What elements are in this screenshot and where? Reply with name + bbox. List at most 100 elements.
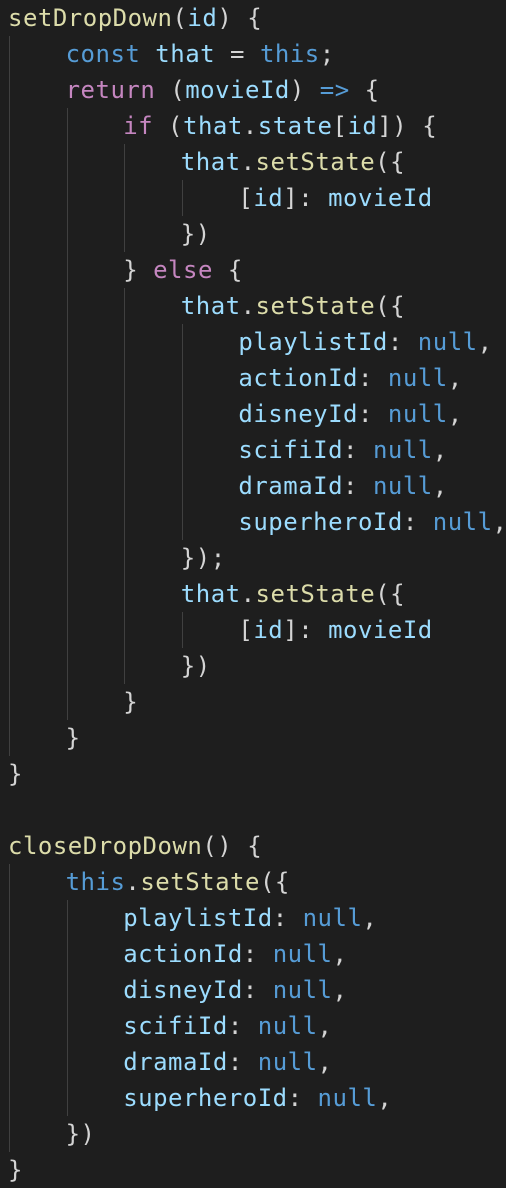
code-line: })	[181, 216, 211, 252]
code-token: setState	[140, 868, 260, 896]
code-line: superheroId: null,	[238, 504, 506, 540]
code-token: null	[432, 508, 493, 536]
code-line: that.setState({	[181, 576, 405, 612]
code-token: }	[65, 724, 81, 752]
code-token: playlistId	[238, 328, 388, 356]
code-token: scifiId	[123, 1012, 228, 1040]
code-line: dramaId: null,	[123, 1044, 332, 1080]
code-token: )	[289, 76, 320, 104]
code-token: ,	[362, 904, 378, 932]
code-token: :	[227, 1012, 258, 1040]
indent-guide	[9, 864, 10, 1152]
code-token: :	[287, 1084, 318, 1112]
code-line: } else {	[123, 252, 243, 288]
code-line: disneyId: null,	[123, 972, 347, 1008]
code-line: });	[181, 540, 226, 576]
indent-guide	[181, 612, 183, 648]
code-line: closeDropDown() {	[8, 828, 262, 864]
code-token: state	[257, 112, 333, 140]
code-token: ) {	[217, 4, 263, 32]
code-line: }	[8, 756, 23, 792]
code-token: ({	[375, 292, 406, 320]
code-line: actionId: null,	[123, 936, 347, 972]
code-token: .	[240, 148, 256, 176]
code-line: [id]: movieId	[238, 612, 432, 648]
code-token: ,	[317, 1048, 333, 1076]
code-token: null	[272, 976, 333, 1004]
code-line: this.setState({	[66, 864, 290, 900]
code-token: movieId	[328, 616, 433, 644]
code-token: =>	[319, 76, 350, 104]
code-token: :	[242, 976, 273, 1004]
code-token: id	[253, 184, 284, 212]
code-token: ({	[375, 148, 406, 176]
code-token: (	[172, 4, 188, 32]
code-line: return (movieId) => {	[66, 72, 380, 108]
indent-guide	[124, 288, 126, 684]
code-token: ({	[375, 580, 406, 608]
code-token: id	[347, 112, 378, 140]
code-token: that	[183, 112, 243, 140]
code-token: playlistId	[123, 904, 273, 932]
indent-guide	[66, 900, 68, 1116]
indent-guide	[181, 180, 183, 216]
code-token: (	[155, 76, 186, 104]
code-line: })	[66, 1116, 96, 1152]
code-token: :	[402, 508, 433, 536]
code-token: () {	[202, 832, 263, 860]
code-token: });	[180, 544, 226, 572]
code-token: movieId	[328, 184, 433, 212]
code-token: }	[123, 256, 154, 284]
code-line: }	[8, 1152, 23, 1188]
code-token: disneyId	[238, 400, 358, 428]
code-token: null	[372, 472, 433, 500]
code-token: ,	[332, 940, 348, 968]
code-token: that	[180, 580, 241, 608]
code-token: if	[123, 112, 154, 140]
code-line: scifiId: null,	[238, 432, 447, 468]
code-token: superheroId	[123, 1084, 288, 1112]
code-token: setState	[255, 148, 376, 176]
code-token: .	[240, 580, 256, 608]
code-token: null	[372, 436, 433, 464]
code-token: (	[153, 112, 183, 140]
code-token: {	[212, 256, 243, 284]
code-token: }	[123, 688, 139, 716]
code-token: ;	[319, 40, 335, 68]
code-token: ,	[477, 328, 493, 356]
code-token: .	[242, 112, 258, 140]
code-editor[interactable]: setDropDown(id) {const that = this; retur…	[0, 0, 506, 1184]
code-line: const that = this;	[66, 36, 335, 72]
code-token: dramaId	[123, 1048, 228, 1076]
code-token: ,	[447, 364, 463, 392]
code-token: ,	[432, 436, 448, 464]
code-token: })	[180, 220, 211, 248]
code-token: null	[302, 904, 363, 932]
code-token: })	[65, 1120, 96, 1148]
code-token: ]) {	[377, 112, 438, 140]
indent-guide	[9, 36, 10, 756]
code-token: else	[153, 256, 213, 284]
indent-guide	[66, 108, 68, 720]
code-token: ]:	[283, 184, 329, 212]
code-line: scifiId: null,	[123, 1008, 332, 1044]
code-token: closeDropDown	[8, 832, 203, 860]
code-token: that	[180, 148, 241, 176]
code-token: return	[65, 76, 156, 104]
code-token: null	[272, 940, 333, 968]
code-token: :	[343, 472, 373, 500]
code-token: ,	[447, 400, 463, 428]
code-token: actionId	[123, 940, 243, 968]
code-token: setState	[255, 580, 376, 608]
code-token: id	[253, 616, 284, 644]
code-token: :	[227, 1048, 258, 1076]
code-token: {	[349, 76, 380, 104]
code-token: this	[65, 868, 126, 896]
code-token: disneyId	[123, 976, 243, 1004]
code-line: playlistId: null,	[123, 900, 377, 936]
code-token: }	[8, 1156, 23, 1184]
code-line: that.setState({	[181, 144, 405, 180]
code-line: actionId: null,	[238, 360, 462, 396]
code-token: .	[240, 292, 256, 320]
code-line: [id]: movieId	[238, 180, 432, 216]
